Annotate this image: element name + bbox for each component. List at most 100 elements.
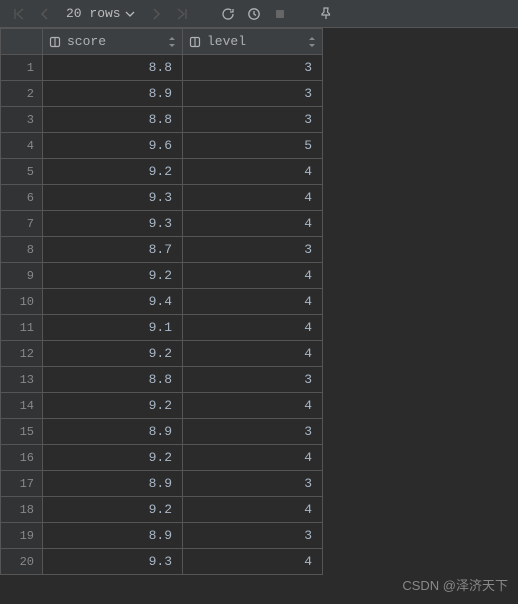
- refresh-button[interactable]: [217, 3, 239, 25]
- cell-level[interactable]: 4: [183, 341, 323, 367]
- row-number: 2: [1, 81, 43, 107]
- cell-level[interactable]: 3: [183, 55, 323, 81]
- row-number: 15: [1, 419, 43, 445]
- cell-score[interactable]: 9.2: [43, 445, 183, 471]
- row-number: 18: [1, 497, 43, 523]
- cell-level[interactable]: 3: [183, 367, 323, 393]
- table-row[interactable]: 119.14: [1, 315, 323, 341]
- stop-button[interactable]: [269, 3, 291, 25]
- row-number: 19: [1, 523, 43, 549]
- cell-score[interactable]: 9.1: [43, 315, 183, 341]
- cell-level[interactable]: 4: [183, 445, 323, 471]
- cell-level[interactable]: 4: [183, 497, 323, 523]
- cell-level[interactable]: 4: [183, 315, 323, 341]
- cell-score[interactable]: 8.9: [43, 471, 183, 497]
- row-number: 9: [1, 263, 43, 289]
- row-number: 7: [1, 211, 43, 237]
- column-header-score[interactable]: score: [43, 29, 183, 55]
- cell-score[interactable]: 9.3: [43, 185, 183, 211]
- cell-level[interactable]: 3: [183, 523, 323, 549]
- cell-score[interactable]: 8.8: [43, 107, 183, 133]
- next-page-button[interactable]: [145, 3, 167, 25]
- table-row[interactable]: 38.83: [1, 107, 323, 133]
- table-row[interactable]: 209.34: [1, 549, 323, 575]
- row-number: 17: [1, 471, 43, 497]
- table-row[interactable]: 69.34: [1, 185, 323, 211]
- row-number: 20: [1, 549, 43, 575]
- cell-score[interactable]: 8.8: [43, 367, 183, 393]
- cell-level[interactable]: 3: [183, 237, 323, 263]
- cell-score[interactable]: 9.2: [43, 497, 183, 523]
- row-number: 3: [1, 107, 43, 133]
- row-number: 12: [1, 341, 43, 367]
- cell-level[interactable]: 4: [183, 159, 323, 185]
- cell-score[interactable]: 9.2: [43, 341, 183, 367]
- cell-score[interactable]: 8.9: [43, 523, 183, 549]
- row-number: 10: [1, 289, 43, 315]
- rows-per-page-selector[interactable]: 20 rows: [60, 6, 141, 21]
- table-row[interactable]: 178.93: [1, 471, 323, 497]
- cell-level[interactable]: 4: [183, 211, 323, 237]
- row-number: 1: [1, 55, 43, 81]
- cell-score[interactable]: 8.9: [43, 419, 183, 445]
- table-row[interactable]: 28.93: [1, 81, 323, 107]
- cell-level[interactable]: 3: [183, 419, 323, 445]
- cell-score[interactable]: 8.8: [43, 55, 183, 81]
- table-row[interactable]: 138.83: [1, 367, 323, 393]
- sort-icon: [308, 36, 316, 48]
- cell-level[interactable]: 4: [183, 289, 323, 315]
- table-row[interactable]: 99.24: [1, 263, 323, 289]
- table-row[interactable]: 88.73: [1, 237, 323, 263]
- table-row[interactable]: 149.24: [1, 393, 323, 419]
- cell-score[interactable]: 8.7: [43, 237, 183, 263]
- refresh-icon: [221, 7, 235, 21]
- cell-level[interactable]: 3: [183, 471, 323, 497]
- row-number: 14: [1, 393, 43, 419]
- cell-score[interactable]: 9.3: [43, 211, 183, 237]
- cell-level[interactable]: 4: [183, 393, 323, 419]
- data-table: score level: [0, 28, 518, 575]
- cell-score[interactable]: 9.3: [43, 549, 183, 575]
- column-label: score: [67, 34, 106, 49]
- table-row[interactable]: 79.34: [1, 211, 323, 237]
- table-row[interactable]: 59.24: [1, 159, 323, 185]
- cell-level[interactable]: 4: [183, 263, 323, 289]
- column-label: level: [207, 34, 246, 49]
- row-number-header: [1, 29, 43, 55]
- table-row[interactable]: 169.24: [1, 445, 323, 471]
- table-row[interactable]: 129.24: [1, 341, 323, 367]
- last-page-icon: [175, 7, 189, 21]
- pin-button[interactable]: [315, 3, 337, 25]
- cell-level[interactable]: 4: [183, 185, 323, 211]
- table-row[interactable]: 189.24: [1, 497, 323, 523]
- cell-score[interactable]: 9.4: [43, 289, 183, 315]
- row-number: 13: [1, 367, 43, 393]
- history-icon: [247, 7, 261, 21]
- first-page-button[interactable]: [8, 3, 30, 25]
- table-row[interactable]: 49.65: [1, 133, 323, 159]
- cell-level[interactable]: 3: [183, 81, 323, 107]
- cell-score[interactable]: 9.6: [43, 133, 183, 159]
- cell-score[interactable]: 9.2: [43, 393, 183, 419]
- chevron-left-icon: [39, 8, 51, 20]
- stop-icon: [274, 8, 286, 20]
- column-header-level[interactable]: level: [183, 29, 323, 55]
- cell-level[interactable]: 5: [183, 133, 323, 159]
- sort-icon: [168, 36, 176, 48]
- prev-page-button[interactable]: [34, 3, 56, 25]
- first-page-icon: [12, 7, 26, 21]
- cell-level[interactable]: 4: [183, 549, 323, 575]
- table-row[interactable]: 158.93: [1, 419, 323, 445]
- history-button[interactable]: [243, 3, 265, 25]
- table-row[interactable]: 198.93: [1, 523, 323, 549]
- cell-score[interactable]: 9.2: [43, 159, 183, 185]
- cell-score[interactable]: 9.2: [43, 263, 183, 289]
- last-page-button[interactable]: [171, 3, 193, 25]
- row-number: 16: [1, 445, 43, 471]
- table-row[interactable]: 18.83: [1, 55, 323, 81]
- cell-score[interactable]: 8.9: [43, 81, 183, 107]
- table-row[interactable]: 109.44: [1, 289, 323, 315]
- cell-level[interactable]: 3: [183, 107, 323, 133]
- chevron-down-icon: [125, 9, 135, 19]
- toolbar: 20 rows: [0, 0, 518, 28]
